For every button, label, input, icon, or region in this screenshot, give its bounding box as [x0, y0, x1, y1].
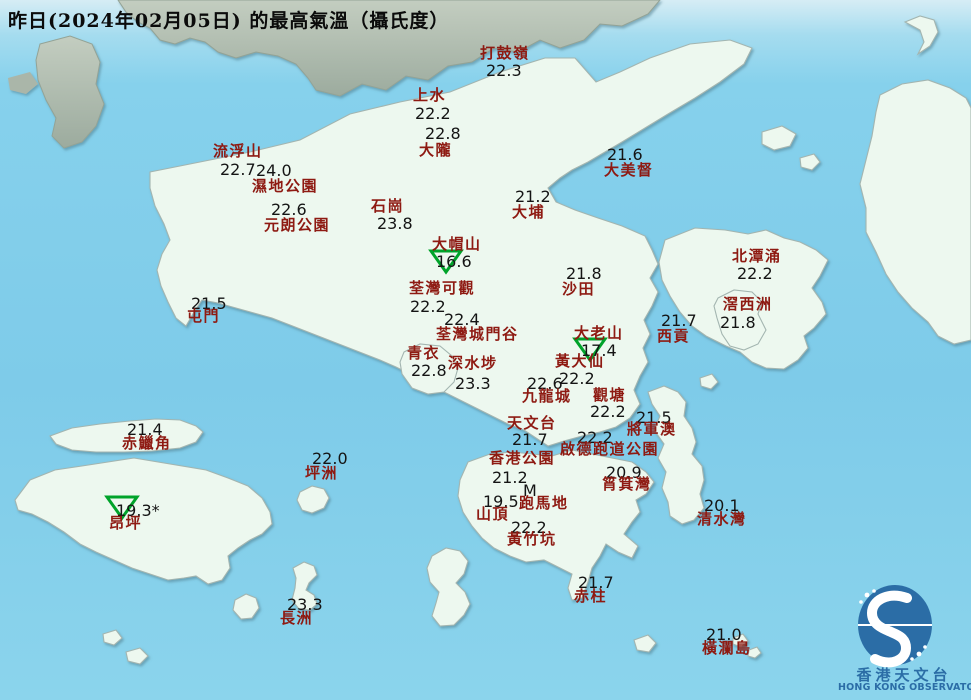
station-name: 九龍城 — [522, 387, 572, 405]
station-name: 天文台 — [507, 414, 557, 432]
station-name: 啟德跑道公園 — [560, 440, 660, 458]
station-name: 大埔 — [512, 203, 546, 221]
station-name: 黃竹坑 — [507, 530, 557, 548]
station-name: 黃大仙 — [555, 352, 605, 370]
station-name: 將軍澳 — [627, 420, 677, 438]
station-name: 跑馬地 — [519, 494, 569, 512]
station-value: 22.2 — [737, 264, 773, 283]
station-value: 22.8 — [425, 124, 461, 143]
station-name: 赤鱲角 — [122, 434, 172, 452]
station-name: 青衣 — [407, 344, 441, 362]
station-value: 23.3 — [455, 374, 491, 393]
station-value: 22.3 — [486, 61, 522, 80]
station-value: 22.2 — [415, 104, 451, 123]
station-name: 橫瀾島 — [702, 639, 752, 657]
station-name: 元朗公園 — [264, 216, 331, 234]
station-name: 沙田 — [562, 280, 596, 298]
station-labels-layer: 22.3 打鼓嶺 22.2 上水 22.8 大隴 22.7 流浮山 24.0 濕地公園 22.6 元朗… — [0, 0, 971, 700]
station-name: 上水 — [413, 86, 447, 104]
station-value: 22.7 — [220, 160, 256, 179]
station-value: 22.8 — [411, 361, 447, 380]
station-name: 清水灣 — [697, 510, 747, 528]
station-name: 滘西洲 — [723, 295, 773, 313]
station-value: 21.7 — [512, 430, 548, 449]
station-value: 22.2 — [590, 402, 626, 421]
station-name: 深水埗 — [448, 354, 498, 372]
station-name: 筲箕灣 — [602, 475, 652, 493]
station-value: 21.8 — [720, 313, 756, 332]
station-name: 濕地公園 — [252, 177, 319, 195]
hko-name-english: HONG KONG OBSERVATORY — [838, 682, 971, 693]
station-name: 流浮山 — [213, 142, 263, 160]
station-name: 大帽山 — [432, 235, 482, 253]
station-name: 西貢 — [657, 327, 691, 345]
station-name: 山頂 — [476, 505, 510, 523]
station-name: 香港公園 — [489, 449, 556, 467]
station-value: 23.8 — [377, 214, 413, 233]
hko-emblem-icon — [858, 585, 932, 668]
station-value: 22.2 — [410, 297, 446, 316]
station-name: 觀塘 — [593, 386, 627, 404]
station-name: 昂坪 — [109, 514, 143, 532]
station-name: 打鼓嶺 — [480, 44, 530, 62]
station-name: 大美督 — [604, 161, 654, 179]
station-name: 大隴 — [419, 141, 453, 159]
station-name: 坪洲 — [305, 464, 339, 482]
station-name: 赤柱 — [574, 587, 608, 605]
station-name: 荃灣可觀 — [409, 279, 476, 297]
weather-map-screen: 昨日(2024年02月05日) 的最高氣溫（攝氏度） 22.3 打鼓嶺 22.2 上水… — [0, 0, 971, 700]
station-name: 北潭涌 — [732, 247, 782, 265]
station-name: 長洲 — [280, 609, 314, 627]
station-name: 石崗 — [371, 197, 405, 215]
station-name: 大老山 — [574, 324, 624, 342]
station-name: 屯門 — [187, 307, 221, 325]
station-value: 22.2 — [559, 369, 595, 388]
station-name: 荃灣城門谷 — [436, 325, 519, 343]
hko-logo: 香港天文台 HONG KONG OBSERVATORY — [838, 582, 971, 698]
station-value: 16.6 — [436, 252, 472, 271]
